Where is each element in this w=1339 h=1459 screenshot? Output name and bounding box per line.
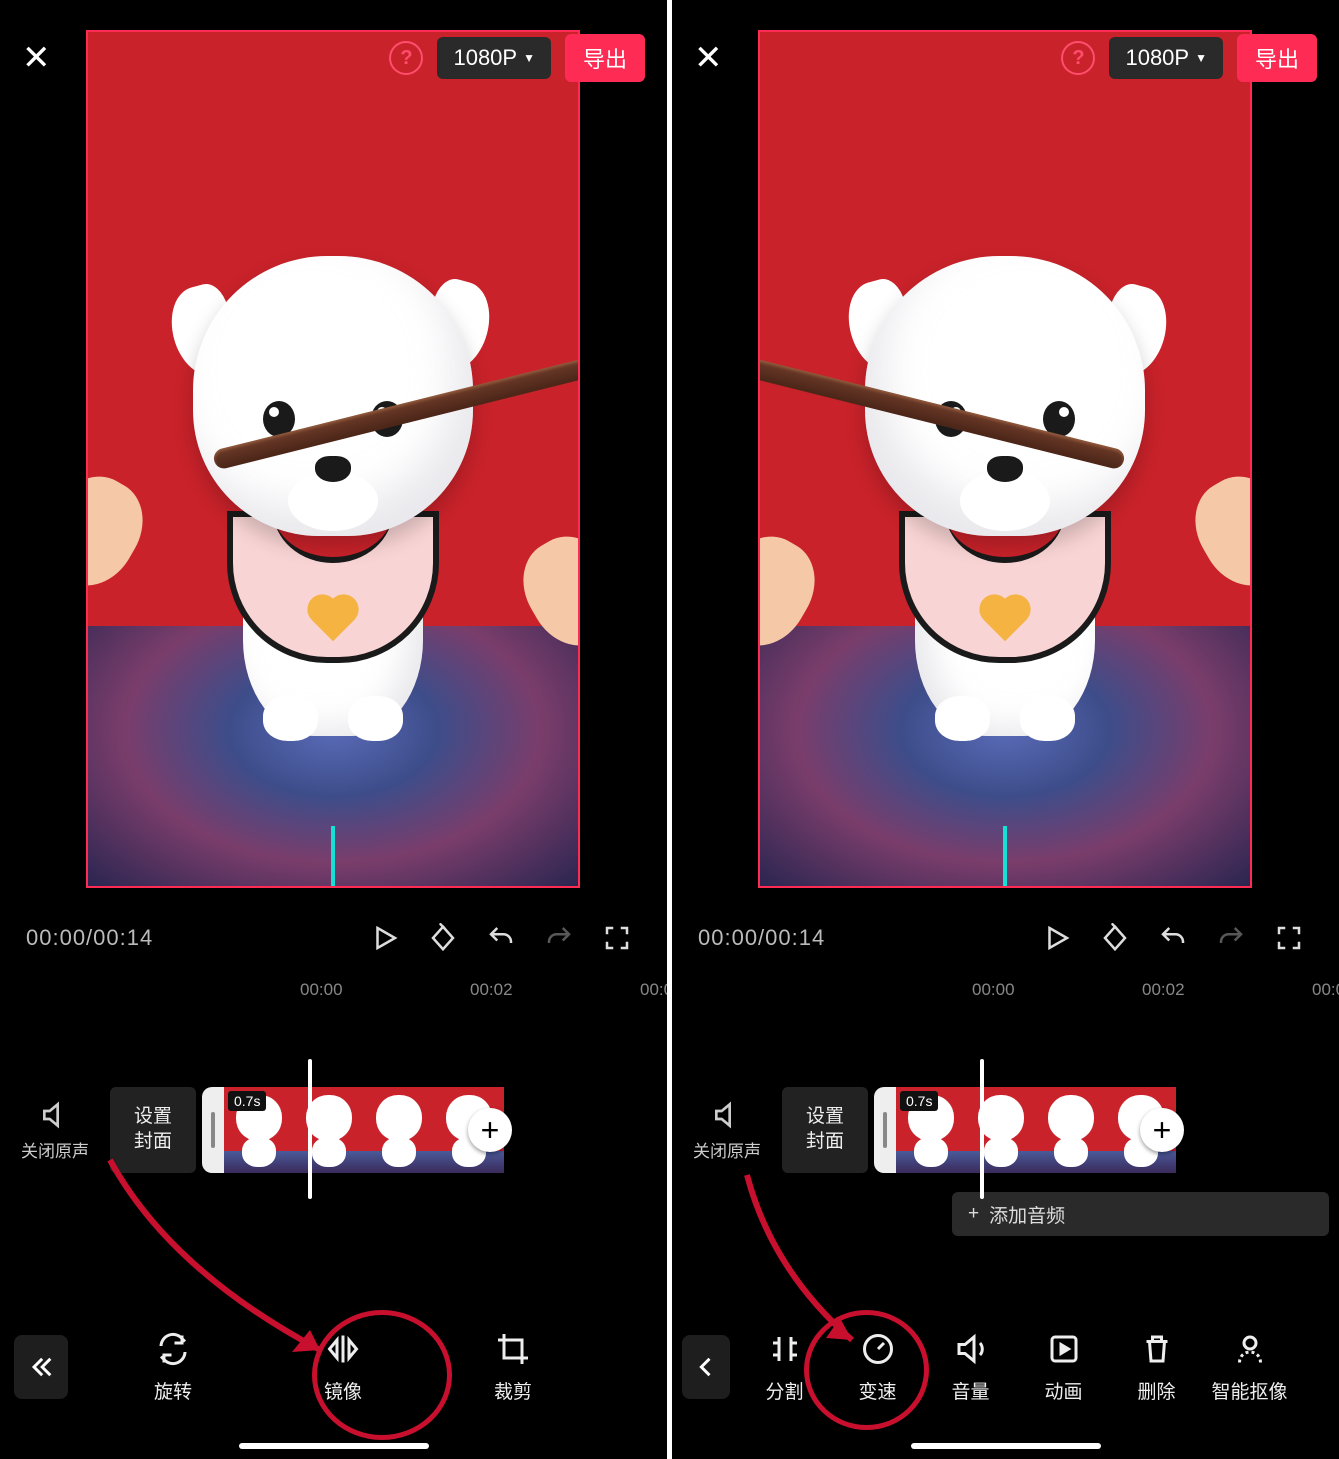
timecode: 00:00/00:14: [698, 925, 825, 951]
undo-button[interactable]: [477, 923, 525, 953]
clip-duration-badge: 0.7s: [900, 1091, 938, 1111]
timeline-ruler[interactable]: 00:00 00:02 00:04: [0, 980, 667, 1010]
redo-button[interactable]: [1207, 923, 1255, 953]
timecode: 00:00/00:14: [26, 925, 153, 951]
speaker-icon: [711, 1099, 743, 1131]
mute-label: 关闭原声: [21, 1137, 89, 1162]
add-audio-label: 添加音频: [989, 1201, 1065, 1228]
split-tool[interactable]: 分割: [738, 1331, 831, 1404]
animation-label: 动画: [1044, 1377, 1082, 1404]
redo-button[interactable]: [535, 923, 583, 953]
set-cover-button[interactable]: 设置 封面: [110, 1087, 196, 1173]
keyframe-button[interactable]: [419, 923, 467, 953]
delete-tool[interactable]: 删除: [1110, 1331, 1203, 1404]
add-audio-button[interactable]: + 添加音频: [952, 1192, 1329, 1236]
keyframe-button[interactable]: [1091, 923, 1139, 953]
mute-label: 关闭原声: [693, 1137, 761, 1162]
split-label: 分割: [765, 1377, 803, 1404]
export-button[interactable]: 导出: [1237, 34, 1317, 82]
delete-label: 删除: [1137, 1377, 1175, 1404]
speed-tool[interactable]: 变速: [831, 1331, 924, 1404]
video-preview[interactable]: [758, 30, 1252, 888]
timeline-ruler[interactable]: 00:00 00:02 00:04: [672, 980, 1339, 1010]
rotate-icon: [155, 1331, 191, 1367]
add-clip-button[interactable]: +: [468, 1108, 512, 1152]
undo-button[interactable]: [1149, 923, 1197, 953]
back-button[interactable]: [14, 1335, 68, 1399]
cutout-tool[interactable]: 智能抠像: [1203, 1331, 1296, 1404]
speed-label: 变速: [858, 1377, 896, 1404]
add-clip-button[interactable]: +: [1140, 1108, 1184, 1152]
volume-icon: [953, 1331, 989, 1367]
play-button[interactable]: [1033, 923, 1081, 953]
back-button[interactable]: [682, 1335, 730, 1399]
volume-label: 音量: [951, 1377, 989, 1404]
split-icon: [767, 1331, 803, 1367]
volume-tool[interactable]: 音量: [924, 1331, 1017, 1404]
playhead[interactable]: [980, 1059, 984, 1199]
fullscreen-button[interactable]: [1265, 923, 1313, 953]
mirror-tool[interactable]: 镜像: [258, 1331, 428, 1404]
mirror-icon: [325, 1331, 361, 1367]
animation-tool[interactable]: 动画: [1017, 1331, 1110, 1404]
video-preview[interactable]: [86, 30, 580, 888]
mute-original-button[interactable]: 关闭原声: [0, 1099, 110, 1162]
set-cover-button[interactable]: 设置 封面: [782, 1087, 868, 1173]
mirror-label: 镜像: [324, 1377, 362, 1404]
speed-icon: [860, 1331, 896, 1367]
fullscreen-button[interactable]: [593, 923, 641, 953]
plus-icon: +: [968, 1203, 979, 1225]
resolution-selector[interactable]: 1080P ▼: [437, 37, 551, 79]
resolution-selector[interactable]: 1080P ▼: [1109, 37, 1223, 79]
resolution-label: 1080P: [1125, 45, 1189, 71]
clip-duration-badge: 0.7s: [228, 1091, 266, 1111]
cutout-label: 智能抠像: [1211, 1377, 1287, 1404]
close-button[interactable]: ✕: [694, 38, 723, 78]
chevron-down-icon: ▼: [523, 51, 535, 65]
close-button[interactable]: ✕: [22, 38, 51, 78]
trash-icon: [1139, 1331, 1175, 1367]
timeline-clip[interactable]: 0.7s +: [874, 1087, 1176, 1173]
home-indicator: [911, 1443, 1101, 1449]
speaker-icon: [39, 1099, 71, 1131]
play-button[interactable]: [361, 923, 409, 953]
resolution-label: 1080P: [453, 45, 517, 71]
home-indicator: [239, 1443, 429, 1449]
animation-icon: [1046, 1331, 1082, 1367]
crop-tool[interactable]: 裁剪: [428, 1331, 598, 1404]
help-button[interactable]: ?: [389, 41, 423, 75]
rotate-label: 旋转: [154, 1377, 192, 1404]
playhead[interactable]: [308, 1059, 312, 1199]
chevron-down-icon: ▼: [1195, 51, 1207, 65]
export-button[interactable]: 导出: [565, 34, 645, 82]
crop-label: 裁剪: [494, 1377, 532, 1404]
rotate-tool[interactable]: 旋转: [88, 1331, 258, 1404]
mute-original-button[interactable]: 关闭原声: [672, 1099, 782, 1162]
person-cutout-icon: [1232, 1331, 1268, 1367]
help-button[interactable]: ?: [1061, 41, 1095, 75]
crop-icon: [495, 1331, 531, 1367]
timeline-clip[interactable]: 0.7s +: [202, 1087, 504, 1173]
